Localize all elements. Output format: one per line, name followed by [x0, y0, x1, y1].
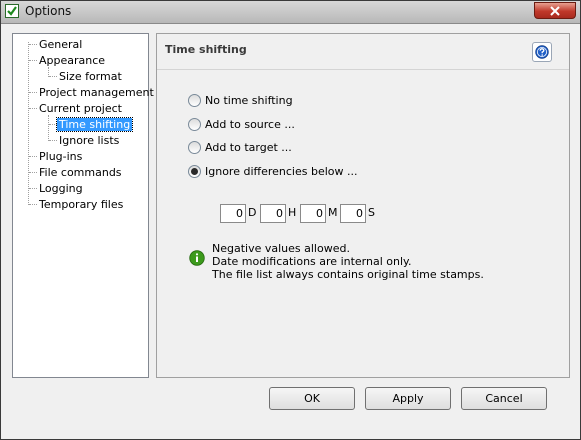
- settings-panel: Time shifting No time shifting Add to so…: [156, 33, 570, 378]
- cancel-button[interactable]: Cancel: [461, 387, 547, 410]
- apply-button[interactable]: Apply: [365, 387, 451, 410]
- radio-label: Add to source ...: [205, 118, 295, 131]
- tree-item-label: Size format: [59, 70, 122, 83]
- tree-item-size-format[interactable]: Size format: [57, 69, 124, 84]
- days-input[interactable]: 0: [220, 204, 246, 223]
- tree-item-appearance[interactable]: Appearance: [37, 53, 107, 68]
- tree-item-label: Time shifting: [55, 117, 134, 132]
- tree-item-label: Ignore lists: [59, 134, 120, 147]
- tree-item-temporary-files[interactable]: Temporary files: [37, 197, 125, 212]
- seconds-input[interactable]: 0: [340, 204, 366, 223]
- tree-item-general[interactable]: General: [37, 37, 84, 52]
- minutes-input[interactable]: 0: [300, 204, 326, 223]
- info-text-line: Negative values allowed.: [212, 242, 350, 255]
- close-icon: [550, 6, 560, 16]
- tree-item-ignore-lists[interactable]: Ignore lists: [57, 133, 121, 148]
- radio-label: Add to target ...: [205, 141, 292, 154]
- minutes-unit-label: M: [328, 206, 338, 219]
- help-button[interactable]: [532, 42, 552, 62]
- radio-circle[interactable]: [188, 165, 201, 178]
- radio-circle[interactable]: [188, 141, 201, 154]
- ok-button[interactable]: OK: [269, 387, 355, 410]
- tree-item-label: Appearance: [39, 54, 106, 67]
- tree-item-label: Temporary files: [39, 198, 124, 211]
- radio-label: No time shifting: [205, 94, 293, 107]
- info-text-line: The file list always contains original t…: [212, 268, 484, 281]
- tree-item-label: General: [39, 38, 83, 51]
- radio-label: Ignore differencies below ...: [205, 165, 358, 178]
- tree-item-label: Logging: [39, 182, 83, 195]
- tree-item-time-shifting[interactable]: Time shifting: [55, 117, 134, 132]
- tree-item-plug-ins[interactable]: Plug-ins: [37, 149, 84, 164]
- close-button[interactable]: [534, 2, 576, 19]
- tree-item-current-project[interactable]: Current project: [37, 101, 124, 116]
- window-title: Options: [25, 4, 72, 18]
- section-header: Time shifting: [157, 34, 569, 70]
- tree-item-label: File commands: [39, 166, 122, 179]
- help-icon: [535, 45, 549, 59]
- options-tree: General Appearance Size format Project m…: [12, 33, 154, 378]
- hours-input[interactable]: 0: [260, 204, 286, 223]
- tree-item-logging[interactable]: Logging: [37, 181, 85, 196]
- info-icon: [189, 250, 205, 266]
- seconds-unit-label: S: [368, 206, 375, 219]
- tree-item-project-management[interactable]: Project management: [37, 85, 156, 100]
- tree-item-label: Project management: [39, 86, 154, 99]
- radio-circle[interactable]: [188, 118, 201, 131]
- tree-item-label: Plug-ins: [39, 150, 83, 163]
- title-bar[interactable]: Options: [1, 1, 580, 24]
- hours-unit-label: H: [288, 206, 297, 219]
- tree-item-label: Current project: [39, 102, 122, 115]
- info-text-line: Date modifications are internal only.: [212, 255, 412, 268]
- radio-circle[interactable]: [188, 94, 201, 107]
- tree-item-file-commands[interactable]: File commands: [37, 165, 124, 180]
- app-checkmark-icon: [5, 4, 19, 18]
- days-unit-label: D: [248, 206, 257, 219]
- section-title: Time shifting: [165, 43, 247, 56]
- options-window: Options General Appearance Size format P…: [0, 0, 581, 440]
